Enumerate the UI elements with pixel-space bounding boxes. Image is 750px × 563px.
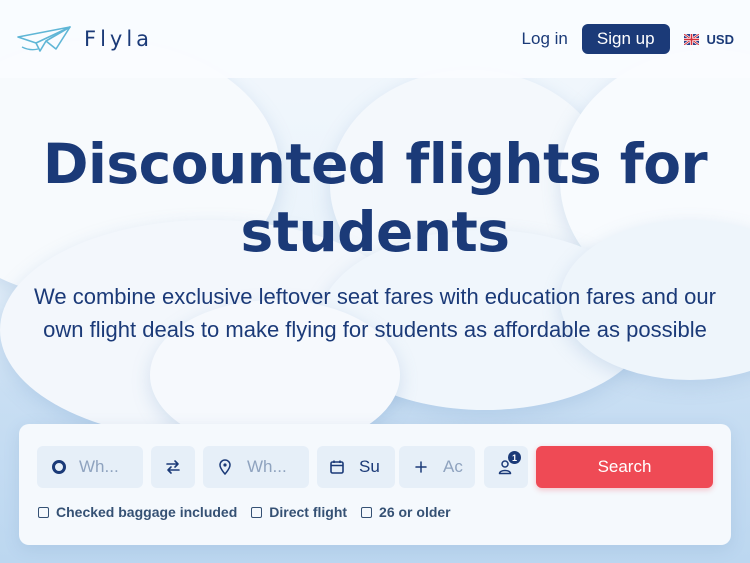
checkbox-icon[interactable] <box>38 506 49 518</box>
origin-input[interactable] <box>79 446 143 488</box>
hero-title: Discounted flights for students <box>0 130 750 266</box>
departure-date-input[interactable] <box>359 446 395 488</box>
login-link[interactable]: Log in <box>522 29 568 49</box>
brand-name: Flyla <box>84 27 154 51</box>
destination-field[interactable] <box>203 446 309 488</box>
flight-search-panel: 1 Search Checked baggage included Direct… <box>19 424 731 545</box>
option-label: Checked baggage included <box>56 504 238 520</box>
return-date-input[interactable] <box>443 446 475 488</box>
signup-button[interactable]: Sign up <box>581 24 670 54</box>
destination-input[interactable] <box>247 446 309 488</box>
passengers-button[interactable]: 1 <box>484 446 528 488</box>
circle-icon <box>52 460 66 474</box>
map-pin-icon <box>219 459 231 475</box>
search-options: Checked baggage included Direct flight 2… <box>38 504 451 520</box>
search-button[interactable]: Search <box>536 446 713 488</box>
plus-icon <box>415 461 427 473</box>
top-navbar: Flyla Log in Sign up USD <box>0 0 750 78</box>
return-date-field[interactable] <box>399 446 475 488</box>
checked-baggage-option[interactable]: Checked baggage included <box>38 504 237 520</box>
origin-field[interactable] <box>37 446 143 488</box>
checkbox-icon[interactable] <box>361 506 373 518</box>
option-label: 26 or older <box>379 504 451 520</box>
departure-date-field[interactable] <box>317 446 395 488</box>
swap-arrows-icon <box>166 460 180 474</box>
hero-section: Discounted flights for students We combi… <box>0 130 750 346</box>
paper-plane-icon <box>17 26 71 52</box>
currency-label: USD <box>706 31 734 47</box>
checkbox-icon[interactable] <box>251 506 263 518</box>
calendar-icon <box>330 460 344 474</box>
swap-button[interactable] <box>151 446 195 488</box>
passengers-count-badge: 1 <box>508 451 521 464</box>
header-actions: Log in Sign up USD <box>522 24 734 54</box>
hero-title-line2: students <box>240 200 510 264</box>
age-26-older-option[interactable]: 26 or older <box>361 504 451 520</box>
brand-logo-link[interactable]: Flyla <box>16 23 153 55</box>
option-label: Direct flight <box>269 504 348 520</box>
uk-flag-icon <box>683 33 699 45</box>
currency-selector[interactable]: USD <box>683 31 734 47</box>
hero-subtitle: We combine exclusive leftover seat fares… <box>34 284 716 342</box>
hero-title-line1: Discounted flights for <box>42 132 708 196</box>
direct-flight-option[interactable]: Direct flight <box>251 504 347 520</box>
